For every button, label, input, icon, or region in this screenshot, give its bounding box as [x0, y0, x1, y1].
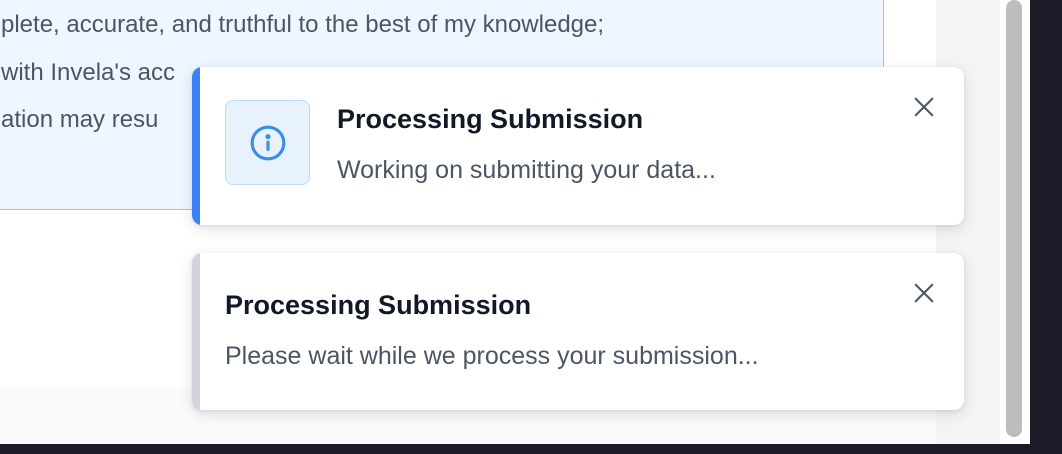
close-icon	[914, 283, 934, 303]
toast-close-button[interactable]	[910, 93, 938, 121]
toast-processing-wait: Processing Submission Please wait while …	[192, 253, 964, 410]
toast-close-button[interactable]	[910, 279, 938, 307]
toast-accent-bar	[192, 253, 200, 410]
info-icon-container	[225, 100, 310, 185]
info-icon	[250, 125, 285, 160]
close-icon	[914, 97, 934, 117]
attestation-line-1: plete, accurate, and truthful to the bes…	[1, 11, 605, 38]
scrollbar-thumb[interactable]	[1006, 0, 1022, 437]
toast-title: Processing Submission	[225, 290, 532, 320]
toast-title: Processing Submission	[337, 104, 644, 134]
toast-processing-info: Processing Submission Working on submitt…	[192, 67, 964, 225]
toast-message: Working on submitting your data...	[337, 156, 716, 184]
toast-message: Please wait while we process your submis…	[225, 342, 759, 370]
attestation-line-2: with Invela's acc	[1, 59, 175, 86]
toast-accent-bar	[192, 67, 200, 225]
attestation-line-3: ation may resu	[1, 106, 159, 133]
